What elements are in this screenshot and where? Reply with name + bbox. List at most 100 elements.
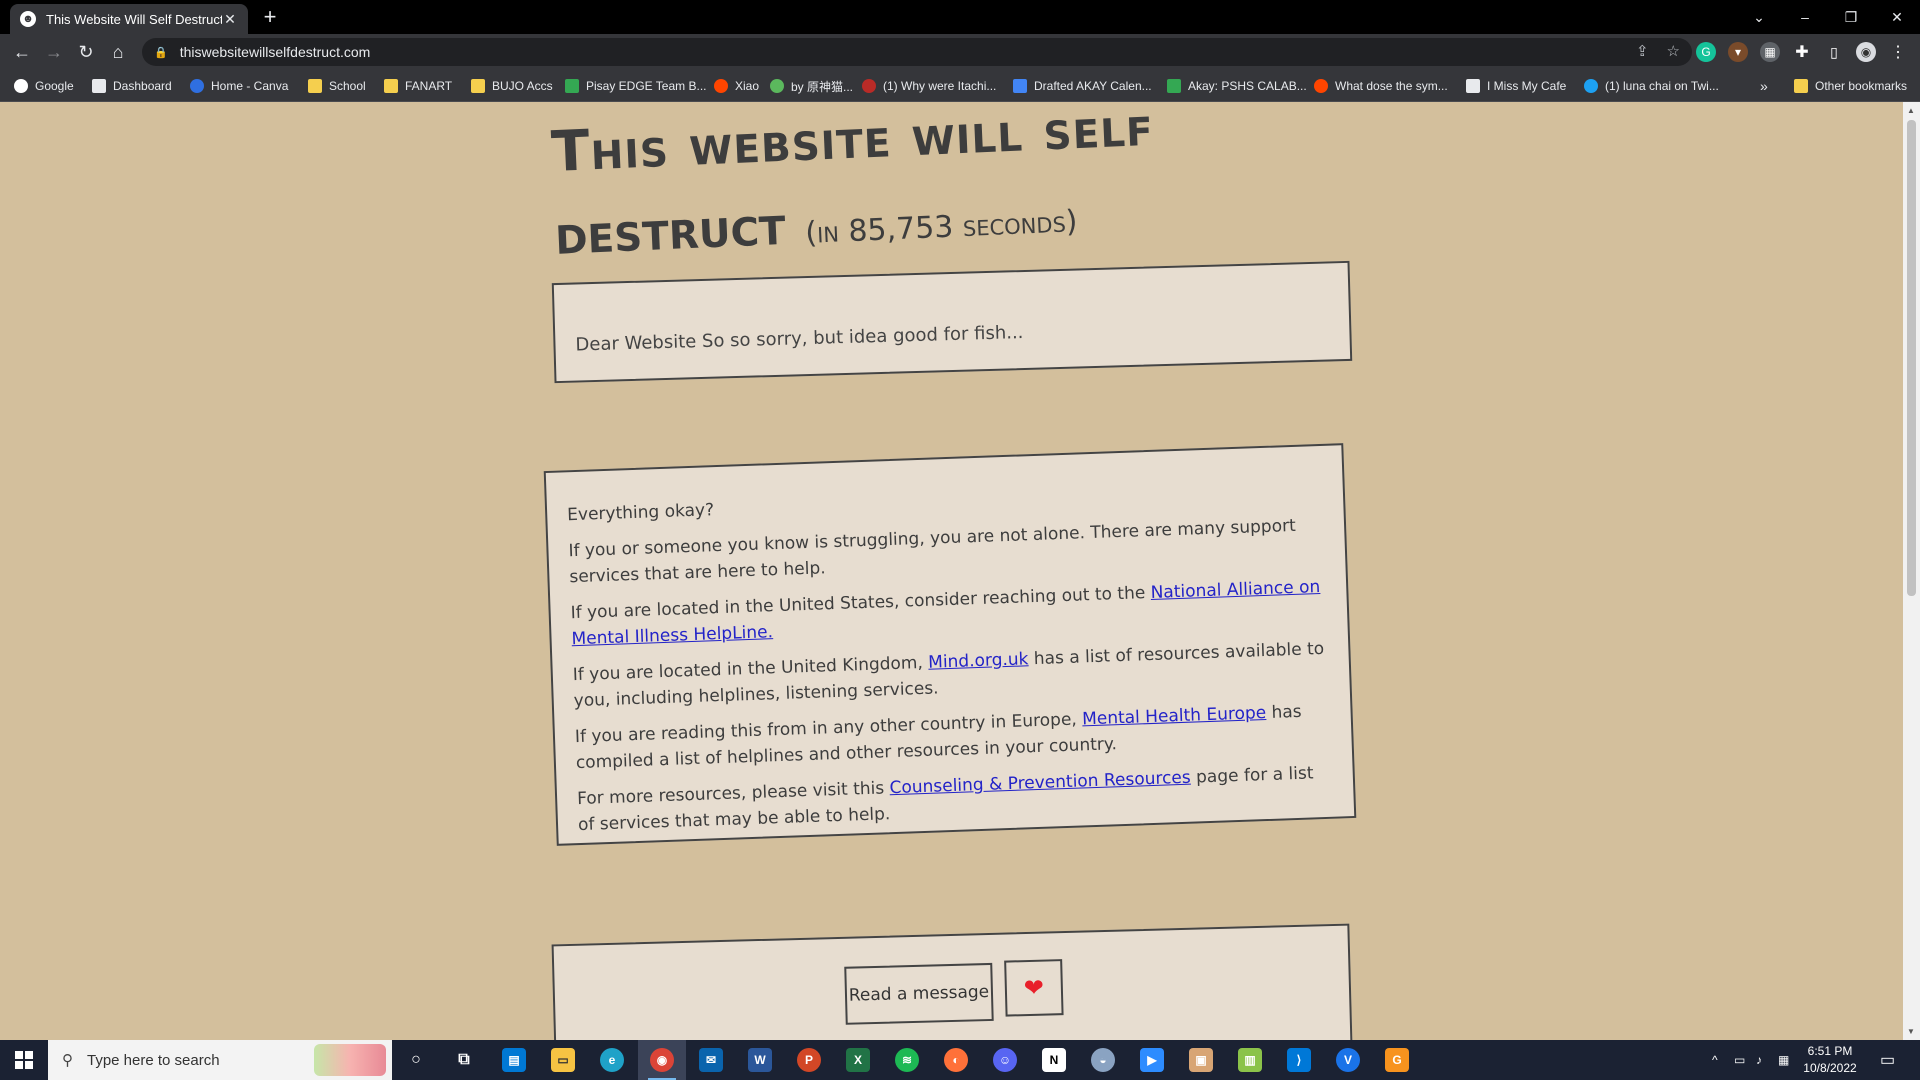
search-highlight-image	[314, 1044, 386, 1076]
bookmark-xiao[interactable]: Xiao	[714, 76, 759, 96]
app-character-icon[interactable]: ◒	[1091, 1048, 1115, 1072]
title-line-1: This website will self	[550, 102, 1155, 185]
tray-chevron-icon[interactable]: ^	[1712, 1040, 1718, 1080]
message-text: Dear Website So so sorry, but idea good …	[575, 322, 1024, 356]
search-icon: ⚲	[62, 1052, 73, 1069]
windows-taskbar: ⚲ Type here to search ○ ⧉ ▤ ▭ e ◉ ✉ W P …	[0, 1040, 1920, 1080]
read-message-button[interactable]: Read a message	[844, 962, 994, 1025]
start-button[interactable]	[0, 1040, 48, 1080]
bookmark-reddit-symptom[interactable]: What dose the sym...	[1314, 76, 1448, 96]
title-destruct: destruct	[553, 192, 787, 268]
heart-button[interactable]: ❤	[1004, 959, 1064, 1017]
url-text: thiswebsitewillselfdestruct.com	[179, 44, 371, 60]
mail-icon[interactable]: ✉	[699, 1048, 723, 1072]
chrome-icon[interactable]: ◉	[650, 1048, 674, 1072]
bookmark-folder-fanart[interactable]: FANART	[384, 76, 452, 96]
page-scrollbar[interactable]: ▲ ▼	[1903, 102, 1920, 1040]
bookmark-akay-pshs[interactable]: Akay: PSHS CALAB...	[1167, 76, 1307, 96]
browser-toolbar: ← → ↻ ⌂ 🔒 thiswebsitewillselfdestruct.co…	[0, 34, 1920, 70]
page-title: This website will self destruct (in 85,7…	[550, 102, 1256, 268]
discord-icon[interactable]: ☺	[993, 1048, 1017, 1072]
file-explorer-icon[interactable]: ▭	[551, 1048, 575, 1072]
counseling-resources-link[interactable]: Counseling & Prevention Resources	[889, 768, 1191, 799]
drive-icon	[565, 79, 579, 93]
leaf-icon	[770, 79, 784, 93]
bookmark-quora[interactable]: (1) Why were Itachi...	[862, 76, 996, 96]
spotify-icon[interactable]: ≋	[895, 1048, 919, 1072]
scroll-up-icon[interactable]: ▲	[1907, 106, 1915, 115]
bookmark-akay-calendar[interactable]: Drafted AKAY Calen...	[1013, 76, 1152, 96]
photo-app-icon[interactable]: ▣	[1189, 1048, 1213, 1072]
notion-icon[interactable]: N	[1042, 1048, 1066, 1072]
bookmarks-overflow-button[interactable]: »	[1760, 76, 1768, 96]
bookmark-dashboard[interactable]: Dashboard	[92, 76, 172, 96]
taskbar-search-box[interactable]: ⚲ Type here to search	[48, 1040, 392, 1080]
tab-title: This Website Will Self Destruct	[46, 11, 222, 27]
system-clock[interactable]: 6:51 PM 10/8/2022	[1790, 1043, 1870, 1077]
mental-health-europe-link[interactable]: Mental Health Europe	[1082, 703, 1267, 729]
grapher-app-icon[interactable]: G	[1385, 1048, 1409, 1072]
profile-avatar[interactable]: ◉	[1856, 42, 1876, 62]
excel-icon[interactable]: X	[846, 1048, 870, 1072]
bookmark-cafe[interactable]: I Miss My Cafe	[1466, 76, 1566, 96]
folder-icon	[308, 79, 322, 93]
extension-grid-icon[interactable]: ▦	[1760, 42, 1780, 62]
bookmark-pisay[interactable]: Pisay EDGE Team B...	[565, 76, 707, 96]
reload-icon[interactable]: ↻	[74, 40, 98, 64]
other-bookmarks-folder[interactable]: Other bookmarks	[1794, 76, 1907, 96]
extension-cup-icon[interactable]: ▾	[1728, 42, 1748, 62]
cafe-icon	[1466, 79, 1480, 93]
extensions-puzzle-icon[interactable]: ✚	[1792, 42, 1812, 62]
notifications-icon[interactable]: ▭	[1880, 1040, 1895, 1080]
minimize-icon[interactable]: –	[1782, 0, 1828, 34]
scrollbar-thumb[interactable]	[1907, 120, 1916, 596]
task-view-icon[interactable]: ⧉	[452, 1048, 476, 1072]
scroll-down-icon[interactable]: ▼	[1907, 1027, 1915, 1036]
volume-icon[interactable]: ♪	[1756, 1040, 1762, 1080]
browser-tab[interactable]: ☻ This Website Will Self Destruct ✕	[10, 4, 248, 34]
forward-icon[interactable]: →	[42, 40, 66, 64]
menu-dots-icon[interactable]: ⋮	[1888, 42, 1908, 62]
device-icon[interactable]: ▭	[1734, 1040, 1745, 1080]
store-icon[interactable]: ▤	[502, 1048, 526, 1072]
mind-org-link[interactable]: Mind.org.uk	[928, 649, 1029, 672]
network-icon[interactable]: ▦	[1778, 1040, 1789, 1080]
bookmark-genshin[interactable]: by 原神猫...	[770, 76, 853, 96]
home-icon[interactable]: ⌂	[106, 40, 130, 64]
heart-icon: ❤	[1023, 974, 1045, 1002]
new-tab-button[interactable]: +	[258, 6, 282, 30]
powerpoint-icon[interactable]: P	[797, 1048, 821, 1072]
side-panel-icon[interactable]: ▯	[1824, 42, 1844, 62]
edge-icon[interactable]: e	[600, 1048, 624, 1072]
folder-icon	[471, 79, 485, 93]
folder-icon	[384, 79, 398, 93]
bookmark-twitter[interactable]: (1) luna chai on Twi...	[1584, 76, 1719, 96]
zoom-icon[interactable]: ▶	[1140, 1048, 1164, 1072]
bookmark-star-icon[interactable]: ☆	[1667, 42, 1680, 60]
twitter-icon	[1584, 79, 1598, 93]
google-icon	[14, 79, 28, 93]
bookmark-folder-bujo[interactable]: BUJO Accs	[471, 76, 553, 96]
bookmark-google[interactable]: Google	[14, 76, 74, 96]
site-favicon-icon: ☻	[20, 11, 36, 27]
word-icon[interactable]: W	[748, 1048, 772, 1072]
tab-search-icon[interactable]: ⌄	[1736, 0, 1782, 34]
taskbar-search-placeholder: Type here to search	[87, 1051, 220, 1069]
share-icon[interactable]: ⇪	[1636, 42, 1649, 60]
grammarly-icon[interactable]: G	[1696, 42, 1716, 62]
bookmark-canva[interactable]: Home - Canva	[190, 76, 288, 96]
viber-icon[interactable]: V	[1336, 1048, 1360, 1072]
firefox-icon[interactable]: ◐	[944, 1048, 968, 1072]
back-icon[interactable]: ←	[10, 40, 34, 64]
close-window-icon[interactable]: ✕	[1874, 0, 1920, 34]
bookmark-folder-school[interactable]: School	[308, 76, 366, 96]
drive-icon	[1167, 79, 1181, 93]
restore-icon[interactable]: ❐	[1828, 0, 1874, 34]
address-bar[interactable]: 🔒 thiswebsitewillselfdestruct.com ⇪ ☆	[142, 38, 1692, 66]
quora-icon	[862, 79, 876, 93]
dashboard-icon	[92, 79, 106, 93]
cortana-icon[interactable]: ○	[404, 1048, 428, 1072]
notes-app-icon[interactable]: ▥	[1238, 1048, 1262, 1072]
vscode-icon[interactable]: ⟩	[1287, 1048, 1311, 1072]
tab-close-icon[interactable]: ✕	[222, 11, 238, 28]
